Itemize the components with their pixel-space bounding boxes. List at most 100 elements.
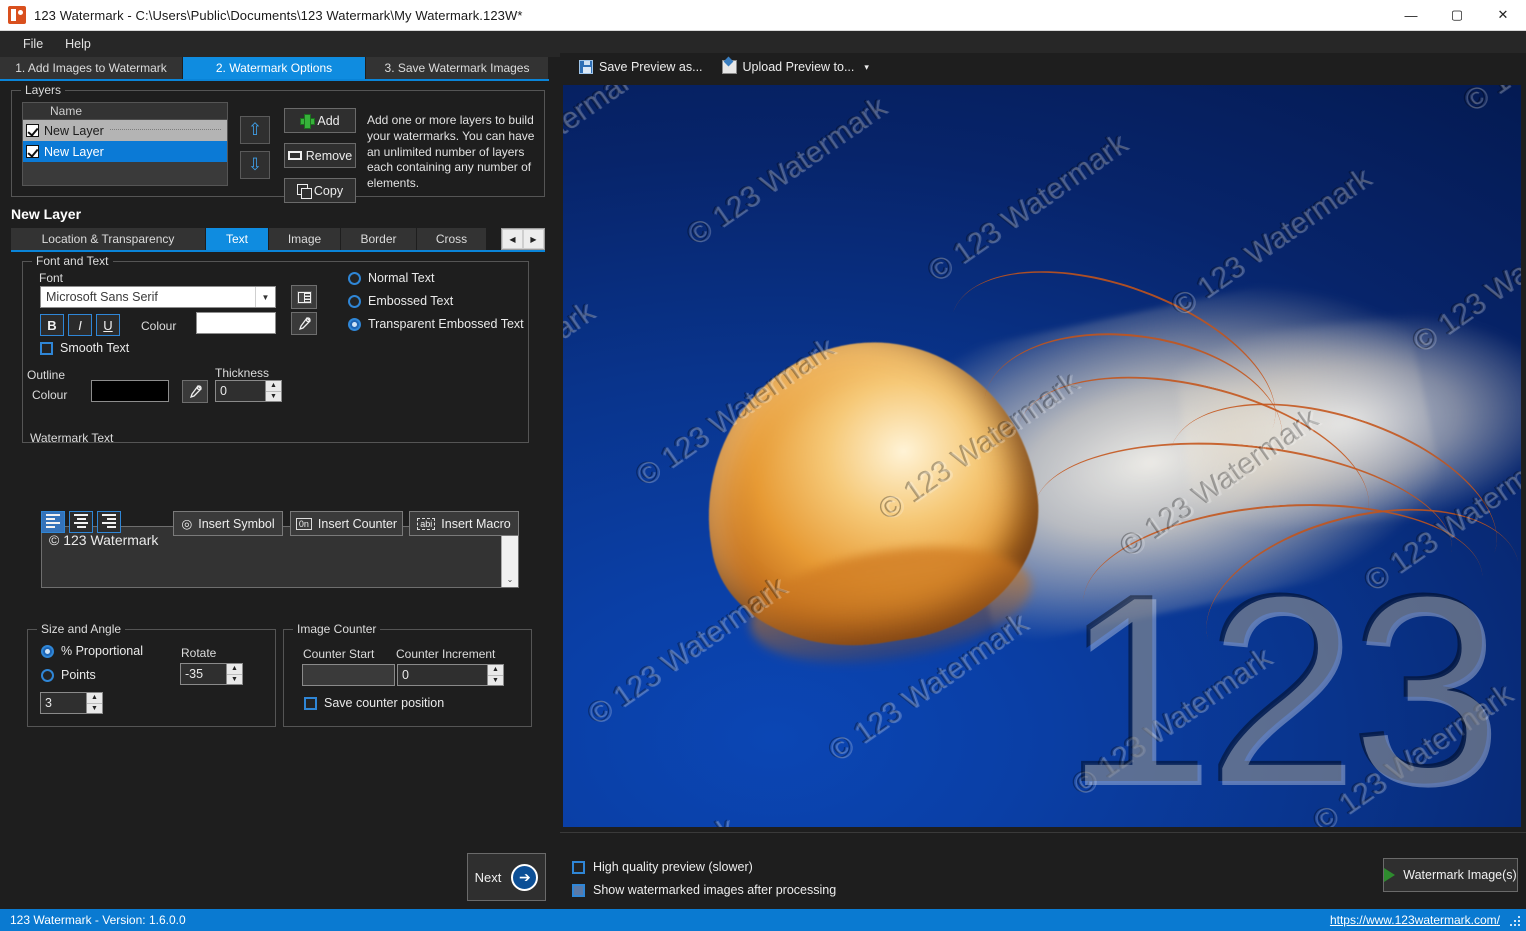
align-left-button[interactable]	[41, 511, 65, 533]
radio-proportional[interactable]: % Proportional	[41, 644, 143, 658]
next-button[interactable]: Next ➔	[467, 853, 546, 901]
italic-icon: I	[78, 317, 82, 333]
spin-down-icon[interactable]: ▼	[488, 676, 503, 686]
tab-location-transparency[interactable]: Location & Transparency	[11, 228, 206, 250]
tab-scroll-left-button[interactable]: ◀	[502, 229, 523, 249]
spin-down-icon[interactable]: ▼	[266, 392, 281, 402]
outline-colour-swatch[interactable]	[91, 380, 169, 402]
outline-colour-picker-button[interactable]	[182, 380, 208, 403]
tab-border[interactable]: Border	[341, 228, 417, 250]
minimize-button[interactable]: —	[1388, 0, 1434, 30]
text-colour-swatch[interactable]	[196, 312, 276, 334]
checkbox-box	[572, 883, 585, 897]
size-group-label: Size and Angle	[37, 622, 126, 636]
insert-macro-button[interactable]: abi Insert Macro	[409, 511, 519, 536]
menu-file[interactable]: File	[12, 33, 54, 55]
smooth-text-checkbox[interactable]: Smooth Text	[40, 341, 129, 355]
outline-label: Outline	[27, 368, 66, 382]
tab-text[interactable]: Text	[206, 228, 269, 250]
status-website-link[interactable]: https://www.123watermark.com/	[1330, 913, 1500, 927]
tab-cross[interactable]: Cross	[417, 228, 487, 250]
thickness-spin-buttons[interactable]: ▲ ▼	[265, 380, 282, 402]
remove-layer-label: Remove	[305, 148, 353, 163]
maximize-button[interactable]: ▢	[1434, 0, 1480, 30]
preview-panel[interactable]: © 123 Watermark© 123 Watermark© 123 Wate…	[562, 84, 1522, 828]
spin-up-icon[interactable]: ▲	[87, 693, 102, 704]
watermark-text-value[interactable]: © 123 Watermark	[42, 527, 501, 587]
underline-button[interactable]: U	[96, 314, 120, 336]
font-label: Font	[39, 271, 64, 285]
insert-counter-button[interactable]: 0n Insert Counter	[290, 511, 403, 536]
spin-up-icon[interactable]: ▲	[227, 664, 242, 675]
font-select[interactable]: Microsoft Sans Serif ▼	[40, 286, 276, 308]
move-layer-up-button[interactable]: ⇧	[240, 116, 270, 144]
counter-increment-spin-buttons[interactable]: ▲ ▼	[487, 664, 504, 686]
italic-button[interactable]: I	[68, 314, 92, 336]
chevron-down-icon[interactable]: ▾	[864, 62, 869, 73]
rotate-spin-buttons[interactable]: ▲ ▼	[226, 663, 243, 685]
spin-down-icon[interactable]: ▼	[227, 675, 242, 685]
tab-image[interactable]: Image	[269, 228, 341, 250]
radio-embossed-text[interactable]: Embossed Text	[348, 294, 453, 308]
scroll-down-icon[interactable]: ⌄	[502, 571, 518, 587]
thickness-label: Thickness	[215, 366, 270, 380]
macro-icon: abi	[417, 517, 436, 530]
layers-list[interactable]: Name New Layer New Layer	[22, 102, 228, 186]
thickness-stepper[interactable]: 0 ▲ ▼	[215, 380, 282, 402]
size-value[interactable]: 3	[40, 692, 86, 714]
tab-add-images[interactable]: 1. Add Images to Watermark	[0, 57, 183, 79]
checkbox-box	[572, 860, 585, 874]
thickness-value[interactable]: 0	[215, 380, 265, 402]
layer-checkbox[interactable]	[26, 145, 39, 158]
remove-layer-button[interactable]: Remove	[284, 143, 356, 168]
menu-help[interactable]: Help	[54, 33, 102, 55]
arrow-up-icon: ⇧	[247, 120, 263, 139]
status-version-text: 123 Watermark - Version: 1.6.0.0	[10, 913, 186, 927]
counter-increment-value[interactable]: 0	[397, 664, 487, 686]
spin-down-icon[interactable]: ▼	[87, 704, 102, 714]
size-spin-buttons[interactable]: ▲ ▼	[86, 692, 103, 714]
symbol-icon: ◎	[181, 517, 193, 531]
watermark-text-scrollbar[interactable]: ⌃ ⌄	[501, 527, 518, 587]
text-colour-picker-button[interactable]	[291, 312, 317, 335]
counter-start-input[interactable]	[302, 664, 395, 686]
show-watermarked-images-checkbox[interactable]: Show watermarked images after processing	[572, 883, 836, 897]
add-layer-button[interactable]: Add	[284, 108, 356, 133]
align-right-icon	[102, 514, 116, 530]
radio-normal-text[interactable]: Normal Text	[348, 271, 434, 285]
title-bar: 123 Watermark - C:\Users\Public\Document…	[0, 0, 1526, 31]
tab-save-watermark-images[interactable]: 3. Save Watermark Images	[366, 57, 549, 79]
watermark-images-button[interactable]: Watermark Image(s)	[1383, 858, 1518, 892]
rotate-stepper[interactable]: -35 ▲ ▼	[180, 663, 243, 685]
align-center-button[interactable]	[69, 511, 93, 533]
proportional-label: % Proportional	[61, 644, 143, 658]
copy-layer-button[interactable]: Copy	[284, 178, 356, 203]
tab-scroll-controls: ◀ ▶	[501, 228, 545, 250]
align-right-button[interactable]	[97, 511, 121, 533]
close-button[interactable]: ✕	[1480, 0, 1526, 30]
counter-increment-stepper[interactable]: 0 ▲ ▼	[397, 664, 504, 686]
tab-scroll-right-button[interactable]: ▶	[523, 229, 544, 249]
size-stepper[interactable]: 3 ▲ ▼	[40, 692, 103, 714]
high-quality-preview-checkbox[interactable]: High quality preview (slower)	[572, 860, 753, 874]
spin-up-icon[interactable]: ▲	[266, 381, 281, 392]
rotate-label: Rotate	[181, 646, 217, 660]
bold-button[interactable]: B	[40, 314, 64, 336]
font-dialog-button[interactable]	[291, 285, 317, 309]
save-preview-button[interactable]: Save Preview as...	[572, 57, 710, 77]
upload-preview-button[interactable]: Upload Preview to... ▾	[715, 57, 876, 77]
save-counter-position-checkbox[interactable]: Save counter position	[304, 696, 444, 710]
rotate-value[interactable]: -35	[180, 663, 226, 685]
radio-points[interactable]: Points	[41, 668, 96, 682]
chevron-down-icon[interactable]: ▼	[255, 287, 275, 307]
resize-grip[interactable]	[1508, 914, 1520, 926]
move-layer-down-button[interactable]: ⇩	[240, 151, 270, 179]
layer-checkbox[interactable]	[26, 124, 39, 137]
tab-watermark-options[interactable]: 2. Watermark Options	[183, 57, 366, 79]
table-row[interactable]: New Layer	[23, 120, 227, 141]
layers-group: Layers Name New Layer New Layer ⇧ ⇩ Add …	[11, 83, 545, 203]
insert-symbol-button[interactable]: ◎ Insert Symbol	[173, 511, 283, 536]
table-row[interactable]: New Layer	[23, 141, 227, 162]
spin-up-icon[interactable]: ▲	[488, 665, 503, 676]
radio-transparent-embossed-text[interactable]: Transparent Embossed Text	[348, 317, 524, 331]
